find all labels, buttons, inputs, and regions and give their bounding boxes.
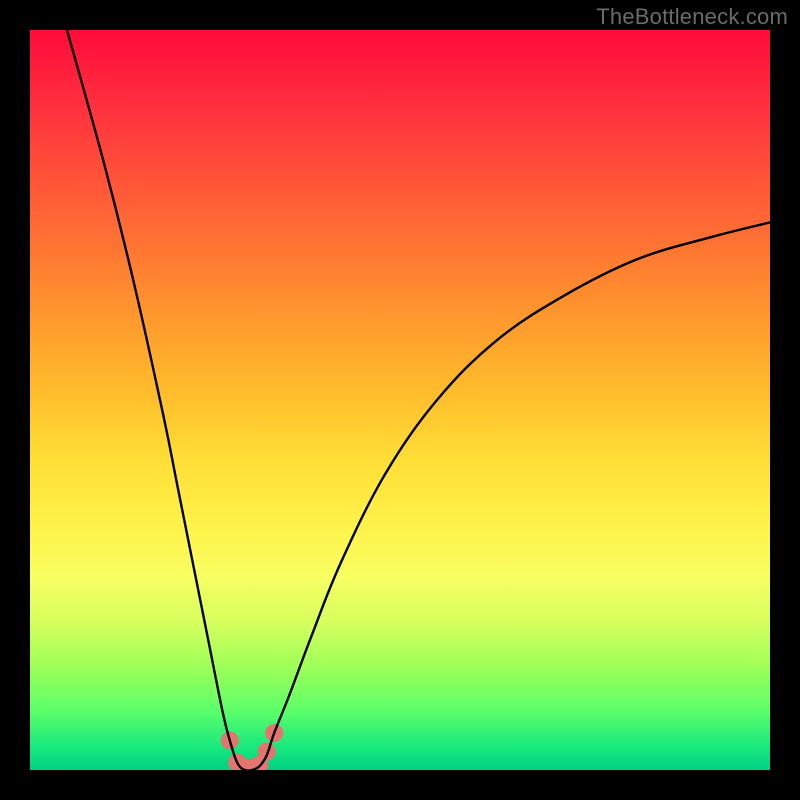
plot-area bbox=[30, 30, 770, 770]
watermark-text: TheBottleneck.com bbox=[596, 4, 788, 30]
outer-frame: TheBottleneck.com bbox=[0, 0, 800, 800]
bottleneck-curve bbox=[67, 30, 770, 770]
curve-svg bbox=[30, 30, 770, 770]
